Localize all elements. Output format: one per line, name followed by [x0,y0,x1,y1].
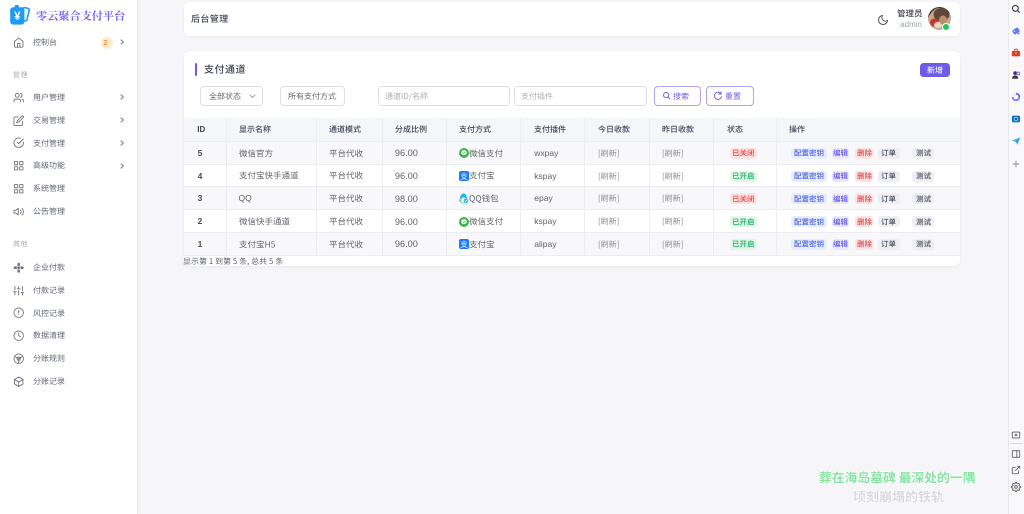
svg-text:¥: ¥ [14,11,21,23]
